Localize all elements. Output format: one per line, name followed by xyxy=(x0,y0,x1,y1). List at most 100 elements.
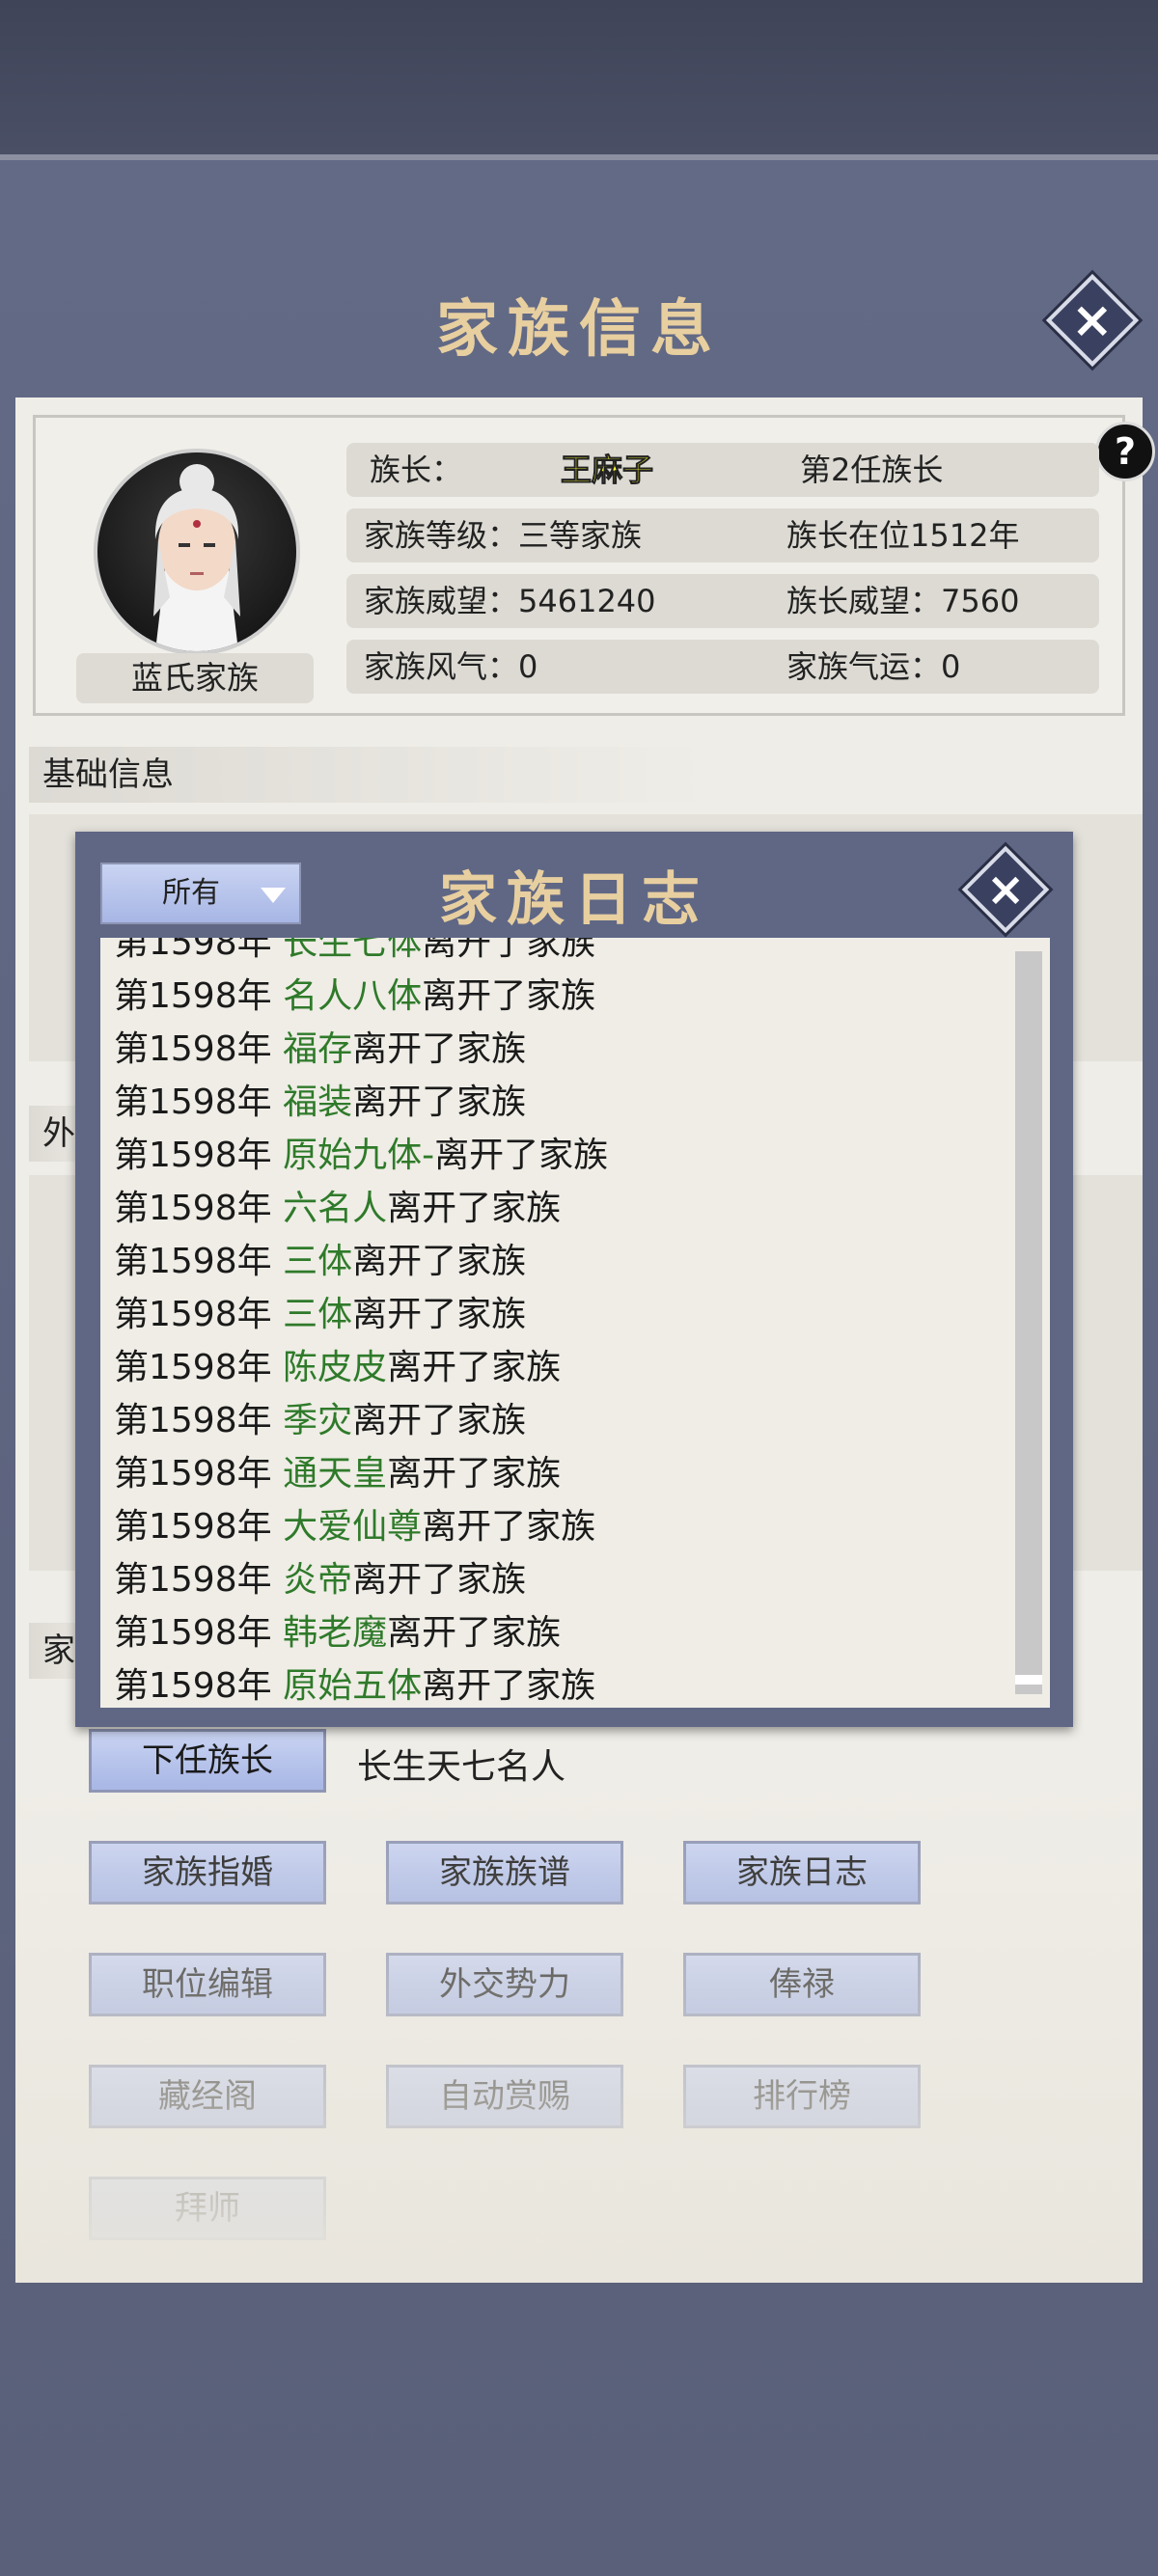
log-year: 第1598年 xyxy=(114,1082,284,1122)
list-item: 第1598年 长生七体离开了家族 xyxy=(114,938,595,970)
close-icon: × xyxy=(961,845,1050,934)
list-item: 第1598年 韩老魔离开了家族 xyxy=(114,1606,561,1659)
log-year: 第1598年 xyxy=(114,1666,284,1706)
list-item: 第1598年 炎帝离开了家族 xyxy=(114,1553,526,1606)
log-year: 第1598年 xyxy=(114,1560,284,1600)
list-item: 第1598年 大爱仙尊离开了家族 xyxy=(114,1500,595,1553)
log-year: 第1598年 xyxy=(114,1507,284,1547)
position-edit-button[interactable]: 职位编辑 xyxy=(89,1953,326,2016)
clan-culture: 家族风气：0 xyxy=(364,648,538,685)
leader-prestige: 族长威望：7560 xyxy=(786,583,1020,619)
clan-log-dialog: 家族日志 所有 × 第1598年 长生七体离开了家族 第1598年 名人八体离开了… xyxy=(75,832,1073,1727)
clan-genealogy-button[interactable]: 家族族谱 xyxy=(386,1841,623,1905)
log-year: 第1598年 xyxy=(114,1401,284,1440)
log-year: 第1598年 xyxy=(114,1242,284,1281)
leader-term: 第2任族长 xyxy=(800,452,944,488)
list-item: 第1598年 福装离开了家族 xyxy=(114,1076,526,1129)
clan-marriage-button[interactable]: 家族指婚 xyxy=(89,1841,326,1905)
log-member-name[interactable]: 三体 xyxy=(283,1242,352,1281)
log-action: 离开了家族 xyxy=(422,976,596,1016)
apprentice-button[interactable]: 拜师 xyxy=(89,2177,326,2240)
log-scrollbar[interactable] xyxy=(1015,951,1042,1694)
clan-prestige: 家族威望：5461240 xyxy=(364,583,656,619)
info-row-culture: 家族风气：0 家族气运：0 xyxy=(346,640,1099,694)
log-action: 离开了家族 xyxy=(387,1348,562,1387)
avatar[interactable] xyxy=(94,449,300,655)
list-item: 第1598年 福存离开了家族 xyxy=(114,1023,526,1076)
log-member-name[interactable]: 大爱仙尊 xyxy=(283,1507,422,1547)
log-member-name[interactable]: 六名人 xyxy=(283,1189,387,1228)
log-member-name[interactable]: 三体 xyxy=(283,1295,352,1334)
log-year: 第1598年 xyxy=(114,1136,284,1175)
next-leader-value: 长生天七名人 xyxy=(357,1747,566,1787)
status-area xyxy=(0,0,1158,154)
list-item: 第1598年 六名人离开了家族 xyxy=(114,1182,561,1235)
log-year: 第1598年 xyxy=(114,1295,284,1334)
log-member-name[interactable]: 福存 xyxy=(283,1029,352,1069)
log-member-name[interactable]: 炎帝 xyxy=(283,1560,352,1600)
log-member-name[interactable]: 长生七体 xyxy=(283,938,422,963)
leader-tenure: 族长在位1512年 xyxy=(786,517,1020,554)
diplomacy-button[interactable]: 外交势力 xyxy=(386,1953,623,2016)
log-action: 离开了家族 xyxy=(352,1560,527,1600)
dropdown-arrow-icon xyxy=(261,888,286,903)
list-item: 第1598年 通天皇离开了家族 xyxy=(114,1447,561,1500)
close-icon: × xyxy=(1045,273,1140,368)
log-action: 离开了家族 xyxy=(422,938,596,963)
log-year: 第1598年 xyxy=(114,1454,284,1494)
log-list[interactable]: 第1598年 长生七体离开了家族 第1598年 名人八体离开了家族 第1598年 福… xyxy=(100,938,1050,1708)
leader-name: 王麻子 xyxy=(560,452,654,489)
log-year: 第1598年 xyxy=(114,938,284,963)
log-member-name[interactable]: 通天皇 xyxy=(283,1454,387,1494)
log-close-button[interactable]: × xyxy=(961,845,1050,934)
list-item: 第1598年 原始五体离开了家族 xyxy=(114,1659,595,1708)
help-icon[interactable]: ? xyxy=(1095,422,1155,481)
clan-fortune: 家族气运：0 xyxy=(786,648,961,685)
close-button[interactable]: × xyxy=(1045,273,1140,368)
log-action: 离开了家族 xyxy=(422,1666,596,1706)
log-action: 离开了家族 xyxy=(352,1401,527,1440)
leader-label: 族长： xyxy=(370,452,463,488)
log-member-name[interactable]: 原始五体 xyxy=(283,1666,422,1706)
scripture-pavilion-button[interactable]: 藏经阁 xyxy=(89,2065,326,2128)
info-row-prestige: 家族威望：5461240 族长威望：7560 xyxy=(346,574,1099,628)
log-action: 离开了家族 xyxy=(352,1029,527,1069)
log-member-name[interactable]: 陈皮皮 xyxy=(283,1348,387,1387)
info-row-leader: 族长： 王麻子 第2任族长 xyxy=(346,443,1099,497)
log-filter-value: 所有 xyxy=(162,876,220,910)
log-member-name[interactable]: 韩老魔 xyxy=(283,1613,387,1653)
log-year: 第1598年 xyxy=(114,1189,284,1228)
log-action: 离开了家族 xyxy=(387,1189,562,1228)
list-item: 第1598年 三体离开了家族 xyxy=(114,1288,526,1341)
log-action: 离开了家族 xyxy=(387,1454,562,1494)
log-action: 离开了家族 xyxy=(422,1507,596,1547)
clan-log-button[interactable]: 家族日志 xyxy=(683,1841,921,1905)
section-basic-info: 基础信息 xyxy=(29,747,704,803)
log-member-name[interactable]: 季灾 xyxy=(283,1401,352,1440)
log-member-name[interactable]: 名人八体 xyxy=(283,976,422,1016)
log-year: 第1598年 xyxy=(114,1029,284,1069)
clan-name: 蓝氏家族 xyxy=(76,653,314,703)
log-scroll-thumb[interactable] xyxy=(1015,1675,1042,1685)
info-row-level: 家族等级：三等家族 族长在位1512年 xyxy=(346,508,1099,562)
ranking-button[interactable]: 排行榜 xyxy=(683,2065,921,2128)
list-item: 第1598年 原始九体-离开了家族 xyxy=(114,1129,608,1182)
clan-level: 家族等级：三等家族 xyxy=(364,517,643,554)
list-item: 第1598年 名人八体离开了家族 xyxy=(114,970,595,1023)
salary-button[interactable]: 俸禄 xyxy=(683,1953,921,2016)
log-action: 离开了家族 xyxy=(434,1136,609,1175)
log-member-name[interactable]: 原始九体- xyxy=(283,1136,434,1175)
dialog-title: 家族信息 xyxy=(436,293,722,366)
log-year: 第1598年 xyxy=(114,976,284,1016)
next-leader-button[interactable]: 下任族长 xyxy=(89,1729,326,1793)
log-filter-select[interactable]: 所有 xyxy=(100,863,301,924)
log-year: 第1598年 xyxy=(114,1348,284,1387)
list-item: 第1598年 季灾离开了家族 xyxy=(114,1394,526,1447)
list-item: 第1598年 三体离开了家族 xyxy=(114,1235,526,1288)
log-action: 离开了家族 xyxy=(387,1613,562,1653)
log-member-name[interactable]: 福装 xyxy=(283,1082,352,1122)
auto-reward-button[interactable]: 自动赏赐 xyxy=(386,2065,623,2128)
log-action: 离开了家族 xyxy=(352,1082,527,1122)
list-item: 第1598年 陈皮皮离开了家族 xyxy=(114,1341,561,1394)
log-action: 离开了家族 xyxy=(352,1242,527,1281)
